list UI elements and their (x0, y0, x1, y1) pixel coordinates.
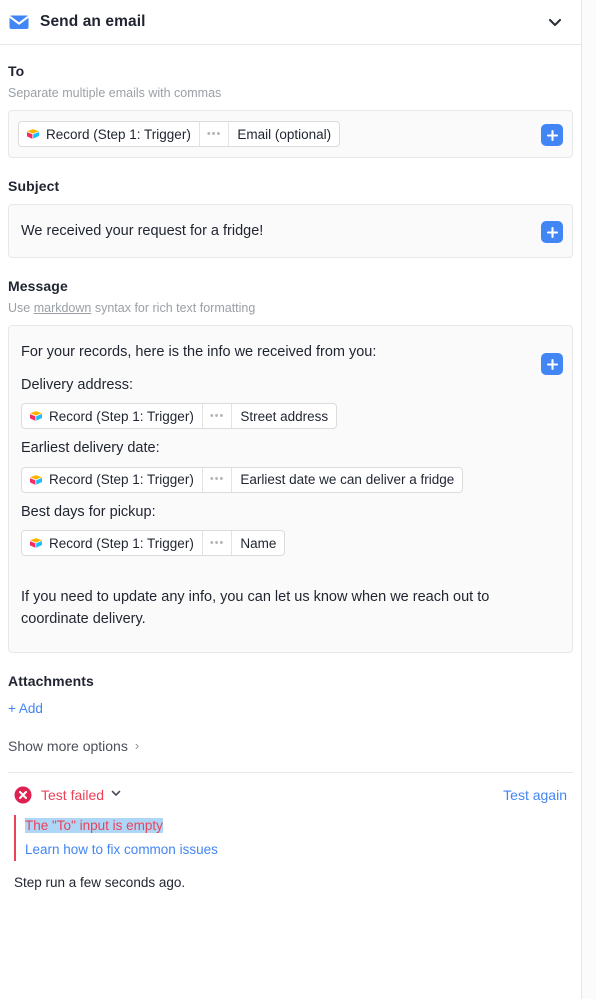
airtable-record-icon (29, 536, 43, 550)
record-token-to[interactable]: Record (Step 1: Trigger) ••• Email (opti… (18, 121, 341, 147)
token-source-label: Record (Step 1: Trigger) (49, 472, 194, 487)
message-hint-suffix: syntax for rich text formatting (91, 301, 256, 315)
message-token-row-0: Record (Step 1: Trigger) ••• Street addr… (21, 401, 560, 432)
show-more-options-button[interactable]: Show more options › (8, 738, 573, 754)
token-ellipsis-icon[interactable]: ••• (201, 467, 233, 492)
airtable-record-icon (26, 127, 40, 141)
attachments-label: Attachments (8, 672, 94, 689)
token-ellipsis-icon[interactable]: ••• (198, 122, 230, 146)
message-row-label-2: Best days for pickup: (21, 503, 156, 520)
record-token-earliest-date[interactable]: Record (Step 1: Trigger) ••• Earliest da… (21, 466, 464, 493)
message-intro-line: For your records, here is the info we re… (21, 344, 377, 360)
chevron-right-icon: › (134, 738, 140, 754)
test-result-row: Test failed Test again (8, 773, 573, 804)
token-source-segment[interactable]: Record (Step 1: Trigger) (22, 404, 202, 428)
to-insert-data-button[interactable] (541, 124, 563, 146)
test-status-chevron-down-icon[interactable] (110, 787, 122, 802)
token-ellipsis-icon[interactable]: ••• (201, 404, 233, 428)
message-hint-prefix: Use (8, 301, 34, 315)
panel-right-gutter (581, 0, 596, 999)
markdown-link[interactable]: markdown (34, 301, 92, 315)
subject-insert-data-button[interactable] (541, 221, 563, 243)
test-status-label: Test failed (41, 786, 105, 803)
fix-common-issues-link[interactable]: Learn how to fix common issues (25, 840, 573, 860)
subject-input[interactable]: We received your request for a fridge! (8, 204, 573, 258)
send-email-action-panel: Send an email To Separate multiple email… (0, 0, 596, 999)
test-error-message: The "To" input is empty (25, 817, 163, 833)
message-row-label-1: Earliest delivery date: (21, 440, 160, 456)
panel-header: Send an email (0, 0, 581, 45)
token-source-segment[interactable]: Record (Step 1: Trigger) (22, 468, 202, 492)
to-field-label: To (8, 63, 25, 79)
panel-title: Send an email (40, 13, 146, 30)
subject-field-label: Subject (8, 178, 60, 194)
message-input[interactable]: For your records, here is the info we re… (8, 325, 573, 653)
token-field-label[interactable]: Street address (232, 404, 336, 428)
to-input[interactable]: Record (Step 1: Trigger) ••• Email (opti… (8, 110, 573, 158)
token-source-label: Record (Step 1: Trigger) (49, 535, 194, 551)
token-source-segment[interactable]: Record (Step 1: Trigger) (22, 531, 202, 555)
message-token-row-2: Record (Step 1: Trigger) ••• Name (21, 528, 560, 559)
token-ellipsis-icon[interactable]: ••• (201, 531, 233, 555)
envelope-icon (8, 11, 30, 33)
token-field-label[interactable]: Email (optional) (229, 122, 339, 146)
step-run-timestamp: Step run a few seconds ago. (14, 875, 186, 891)
to-field-hint: Separate multiple emails with commas (8, 86, 222, 100)
panel-content: Send an email To Separate multiple email… (0, 0, 581, 999)
message-field-label: Message (8, 278, 68, 294)
panel-body: To Separate multiple emails with commas … (0, 45, 581, 890)
add-attachment-button[interactable]: + Add (8, 701, 43, 716)
collapse-chevron-down-icon[interactable] (543, 10, 567, 34)
show-more-options-label: Show more options (8, 737, 128, 754)
token-source-label: Record (Step 1: Trigger) (46, 126, 191, 142)
message-outro-line: If you need to update any info, you can … (21, 589, 490, 628)
token-field-label[interactable]: Earliest date we can deliver a fridge (232, 468, 462, 492)
message-field-hint: Use markdown syntax for rich text format… (8, 301, 573, 315)
message-token-row-1: Record (Step 1: Trigger) ••• Earliest da… (21, 465, 560, 496)
test-error-block: The "To" input is empty Learn how to fix… (14, 814, 573, 862)
token-source-label: Record (Step 1: Trigger) (49, 408, 194, 424)
token-field-label[interactable]: Name (232, 531, 284, 555)
subject-value[interactable]: We received your request for a fridge! (21, 223, 263, 239)
airtable-record-icon (29, 473, 43, 487)
record-token-street-address[interactable]: Record (Step 1: Trigger) ••• Street addr… (21, 403, 338, 429)
message-row-label-0: Delivery address: (21, 376, 134, 393)
message-insert-data-button[interactable] (541, 353, 563, 375)
token-source-segment[interactable]: Record (Step 1: Trigger) (19, 122, 199, 146)
error-circle-icon (14, 786, 32, 804)
airtable-record-icon (29, 409, 43, 423)
test-again-button[interactable]: Test again (503, 787, 567, 803)
record-token-name[interactable]: Record (Step 1: Trigger) ••• Name (21, 530, 286, 556)
